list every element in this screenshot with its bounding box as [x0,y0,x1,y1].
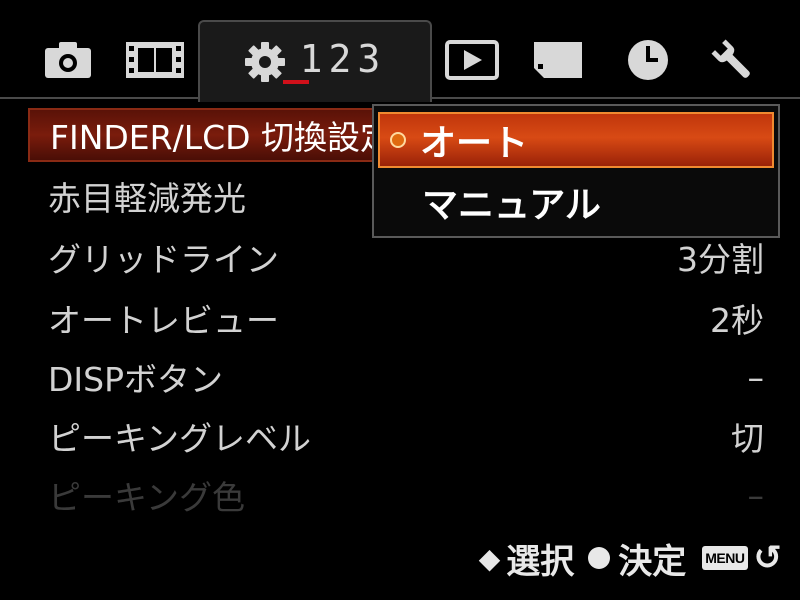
menu-item-label: ピーキングレベル [48,419,312,458]
gear-icon [244,42,285,82]
menu-item-disp-button[interactable]: DISPボタン – [28,350,780,404]
button-guide: ◆ 選択 決定 MENU ↺ [478,536,783,582]
menu-item-label: オートレビュー [48,301,279,340]
menu-item-label: グリッドライン [48,240,279,279]
menu-item-label: 赤目軽減発光 [48,179,246,218]
select-hint: 選択 [506,541,575,582]
tab-clock[interactable] [618,22,678,98]
option-label: マニュアル [422,185,601,226]
up-down-arrows-icon: ◆ [478,541,501,575]
movie-icon [126,42,184,78]
menu-item-label: DISPボタン [48,360,223,399]
menu-item-peaking-color: ピーキング色 – [28,468,780,522]
enter-hint: 決定 [618,541,687,582]
menu-item-value: 3分割 [677,240,764,279]
menu-button-icon[interactable]: MENU [702,546,748,570]
finder-lcd-options-popup: オート マニュアル [372,104,780,238]
camera-icon [45,42,91,78]
menu-item-value: – [747,475,765,515]
active-page-indicator [283,80,309,84]
option-manual[interactable]: マニュアル [378,174,774,230]
tab-movie[interactable] [120,22,190,98]
tab-settings[interactable]: 123 [198,20,432,102]
center-button-icon [588,547,611,569]
tab-playback[interactable] [440,22,504,98]
clock-icon [628,40,668,80]
menu-item-value: 2秒 [710,301,764,340]
back-icon[interactable]: ↺ [754,538,783,578]
settings-page-numbers: 123 [299,37,387,81]
menu-item-peaking-level[interactable]: ピーキングレベル 切 [28,409,780,463]
menu-item-value: – [747,357,765,397]
tab-camera[interactable] [40,22,96,98]
memory-card-icon [534,42,582,78]
menu-item-grid-line[interactable]: グリッドライン 3分割 [28,230,780,284]
option-auto[interactable]: オート [378,112,774,168]
wrench-icon [711,39,750,78]
option-label: オート [420,123,529,164]
play-icon [445,40,499,80]
tab-setup[interactable] [702,22,762,98]
menu-item-label: ピーキング色 [48,478,246,517]
tab-bar: 123 [0,0,800,102]
menu-item-auto-review[interactable]: オートレビュー 2秒 [28,291,780,345]
menu-item-label: FINDER/LCD 切換設定 [50,118,394,157]
selected-dot-icon [390,132,406,148]
menu-item-value: 切 [731,419,764,458]
tab-memory-card[interactable] [528,22,588,98]
